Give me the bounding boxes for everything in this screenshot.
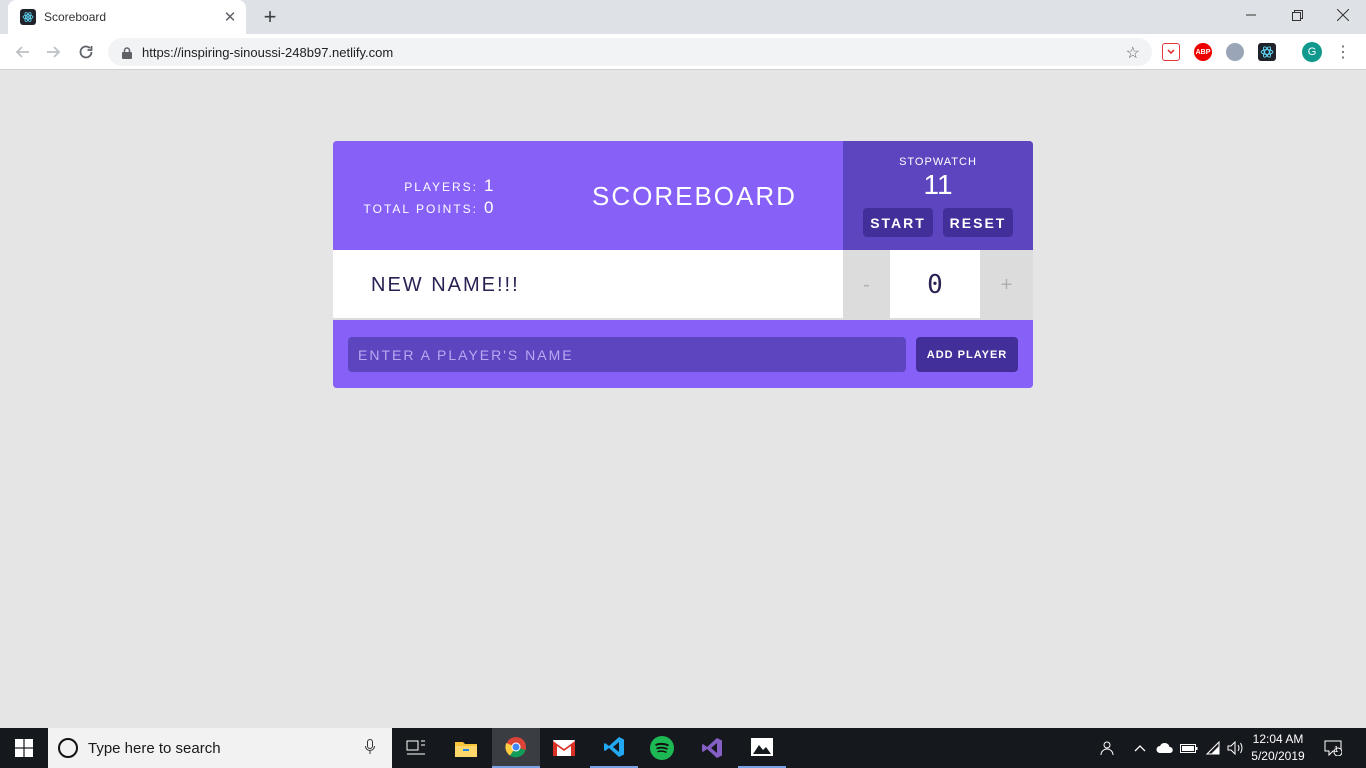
react-devtools-icon[interactable]	[1258, 43, 1276, 61]
lock-icon	[122, 46, 132, 59]
search-placeholder: Type here to search	[88, 739, 221, 757]
spotify-icon[interactable]	[638, 728, 686, 768]
points-stat: TOTAL POINTS: 0	[364, 198, 496, 220]
photos-icon[interactable]	[738, 728, 786, 768]
people-icon[interactable]	[1096, 738, 1116, 758]
clock-date: 5/20/2019	[1251, 749, 1305, 763]
profile-avatar[interactable]: G	[1302, 42, 1322, 62]
react-favicon-icon	[20, 9, 36, 25]
player-score: 0	[927, 270, 943, 300]
player-name-input[interactable]	[348, 337, 906, 372]
stats-panel: PLAYERS: 1 TOTAL POINTS: 0	[364, 176, 496, 220]
add-player-form: ADD PLAYER	[333, 322, 1033, 388]
taskbar-search[interactable]: Type here to search	[48, 728, 392, 768]
microphone-icon[interactable]	[358, 738, 382, 758]
player-name: NEW NAME!!!	[371, 274, 520, 296]
stopwatch-time: 11	[923, 169, 953, 200]
add-player-button[interactable]: ADD PLAYER	[916, 337, 1018, 372]
increment-button[interactable]: +	[980, 250, 1033, 320]
browser-tab-strip: Scoreboard ✕ +	[0, 0, 1366, 34]
notification-count: 1	[1334, 745, 1339, 754]
scoreboard-header: PLAYERS: 1 TOTAL POINTS: 0 SCOREBOARD ST…	[333, 141, 1033, 250]
players-count: 1	[484, 176, 494, 195]
vs-code-icon[interactable]	[590, 728, 638, 768]
new-tab-button[interactable]: +	[258, 4, 282, 29]
battery-icon[interactable]	[1179, 738, 1199, 758]
scoreboard: PLAYERS: 1 TOTAL POINTS: 0 SCOREBOARD ST…	[333, 141, 1033, 388]
extension-icon[interactable]	[1226, 43, 1244, 61]
pocket-icon[interactable]	[1162, 43, 1180, 61]
action-center-icon[interactable]: 1	[1322, 737, 1344, 759]
back-arrow-icon[interactable]	[10, 40, 34, 64]
onedrive-icon[interactable]	[1155, 738, 1175, 758]
stopwatch: STOPWATCH 11 START RESET	[843, 141, 1033, 250]
windows-taskbar: Type here to search 12:04 AM 5/20/2019 1	[0, 728, 1366, 768]
browser-tab[interactable]: Scoreboard ✕	[8, 0, 246, 34]
url-text: https://inspiring-sinoussi-248b97.netlif…	[142, 44, 394, 60]
browser-toolbar: https://inspiring-sinoussi-248b97.netlif…	[0, 34, 1366, 70]
browser-menu-icon[interactable]: ⋮	[1335, 42, 1351, 62]
reload-icon[interactable]	[74, 40, 98, 64]
minimize-window-icon[interactable]	[1228, 0, 1274, 30]
chrome-icon[interactable]	[492, 728, 540, 768]
cortana-icon	[58, 738, 78, 758]
clock-time: 12:04 AM	[1252, 732, 1304, 746]
forward-arrow-icon[interactable]	[42, 40, 66, 64]
reset-button[interactable]: RESET	[943, 208, 1013, 237]
bookmark-star-icon[interactable]: ☆	[1126, 43, 1140, 63]
file-explorer-icon[interactable]	[442, 728, 490, 768]
page-title: SCOREBOARD	[592, 181, 797, 211]
volume-icon[interactable]	[1226, 738, 1246, 758]
total-points-label: TOTAL POINTS:	[363, 202, 478, 216]
tab-close-icon[interactable]: ✕	[220, 7, 240, 27]
tab-title: Scoreboard	[44, 10, 107, 24]
visual-studio-icon[interactable]	[688, 728, 736, 768]
start-button[interactable]: START	[863, 208, 933, 237]
task-view-icon[interactable]	[392, 728, 440, 768]
total-points-value: 0	[484, 198, 494, 217]
decrement-button[interactable]: -	[843, 250, 890, 320]
windows-start-icon[interactable]	[0, 728, 48, 768]
players-stat: PLAYERS: 1	[364, 176, 496, 198]
adblock-plus-icon[interactable]: ABP	[1194, 43, 1212, 61]
chevron-up-icon[interactable]	[1130, 738, 1150, 758]
wifi-icon[interactable]	[1204, 738, 1224, 758]
address-bar[interactable]: https://inspiring-sinoussi-248b97.netlif…	[108, 38, 1152, 66]
gmail-icon[interactable]	[540, 728, 588, 768]
stopwatch-label: STOPWATCH	[899, 156, 977, 168]
player-row: NEW NAME!!! - 0 +	[333, 250, 1033, 320]
restore-window-icon[interactable]	[1274, 0, 1320, 30]
score-counter: - 0 +	[843, 250, 1033, 320]
close-window-icon[interactable]	[1320, 0, 1366, 30]
players-label: PLAYERS:	[404, 180, 478, 194]
system-clock[interactable]: 12:04 AM 5/20/2019	[1246, 731, 1310, 765]
